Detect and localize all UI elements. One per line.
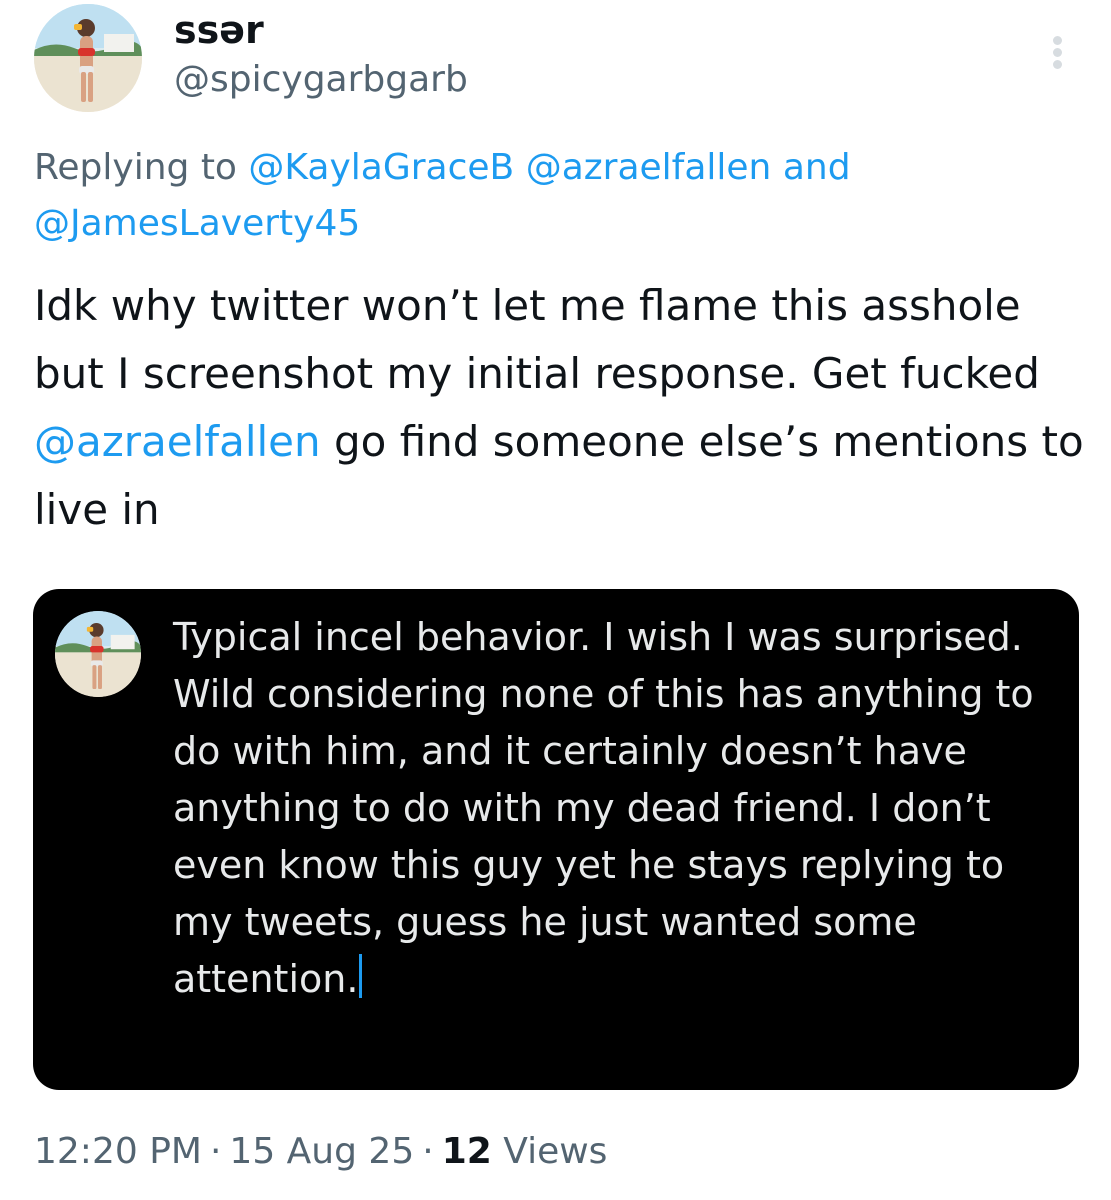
meta-separator: · (209, 1131, 222, 1172)
profile-photo-avatar (34, 4, 142, 112)
tweet-body: Idk why twitter won’t let me flame this … (34, 272, 1094, 544)
mention-link[interactable]: @KaylaGraceB (248, 147, 514, 188)
reply-context-prefix: Replying to (34, 147, 237, 188)
screenshot-text: Typical incel behavior. I wish I was sur… (173, 609, 1053, 1008)
reply-context-and[interactable]: and (783, 147, 851, 188)
profile-photo-avatar (55, 611, 141, 697)
author-display-name[interactable]: ssər (174, 6, 264, 54)
views-count: 12 (441, 1131, 492, 1172)
text-cursor (359, 954, 363, 998)
tweet: ssər @spicygarbgarb Replying to @KaylaGr… (0, 0, 1111, 1200)
author-handle[interactable]: @spicygarbgarb (174, 56, 468, 104)
views-label: Views (503, 1131, 608, 1172)
tweet-text-part: Idk why twitter won’t let me flame this … (34, 281, 1040, 398)
meta-separator: · (422, 1131, 434, 1172)
mention-link[interactable]: @azraelfallen (526, 147, 772, 188)
screenshot-avatar (55, 611, 141, 697)
more-options-button[interactable] (1036, 24, 1080, 80)
mention-link[interactable]: @azraelfallen (34, 417, 321, 466)
screenshot-text-content: Typical incel behavior. I wish I was sur… (173, 615, 1034, 1001)
tweet-date[interactable]: 15 Aug 25 (229, 1131, 414, 1172)
reply-context: Replying to @KaylaGraceB @azraelfallen a… (34, 140, 1074, 252)
author-avatar[interactable] (34, 4, 142, 112)
tweet-time[interactable]: 12:20 PM (34, 1131, 202, 1172)
tweet-meta: 12:20 PM · 15 Aug 25 · 12 Views (34, 1128, 607, 1176)
attached-screenshot[interactable]: Typical incel behavior. I wish I was sur… (33, 589, 1079, 1090)
mention-link[interactable]: @JamesLaverty45 (34, 203, 360, 244)
